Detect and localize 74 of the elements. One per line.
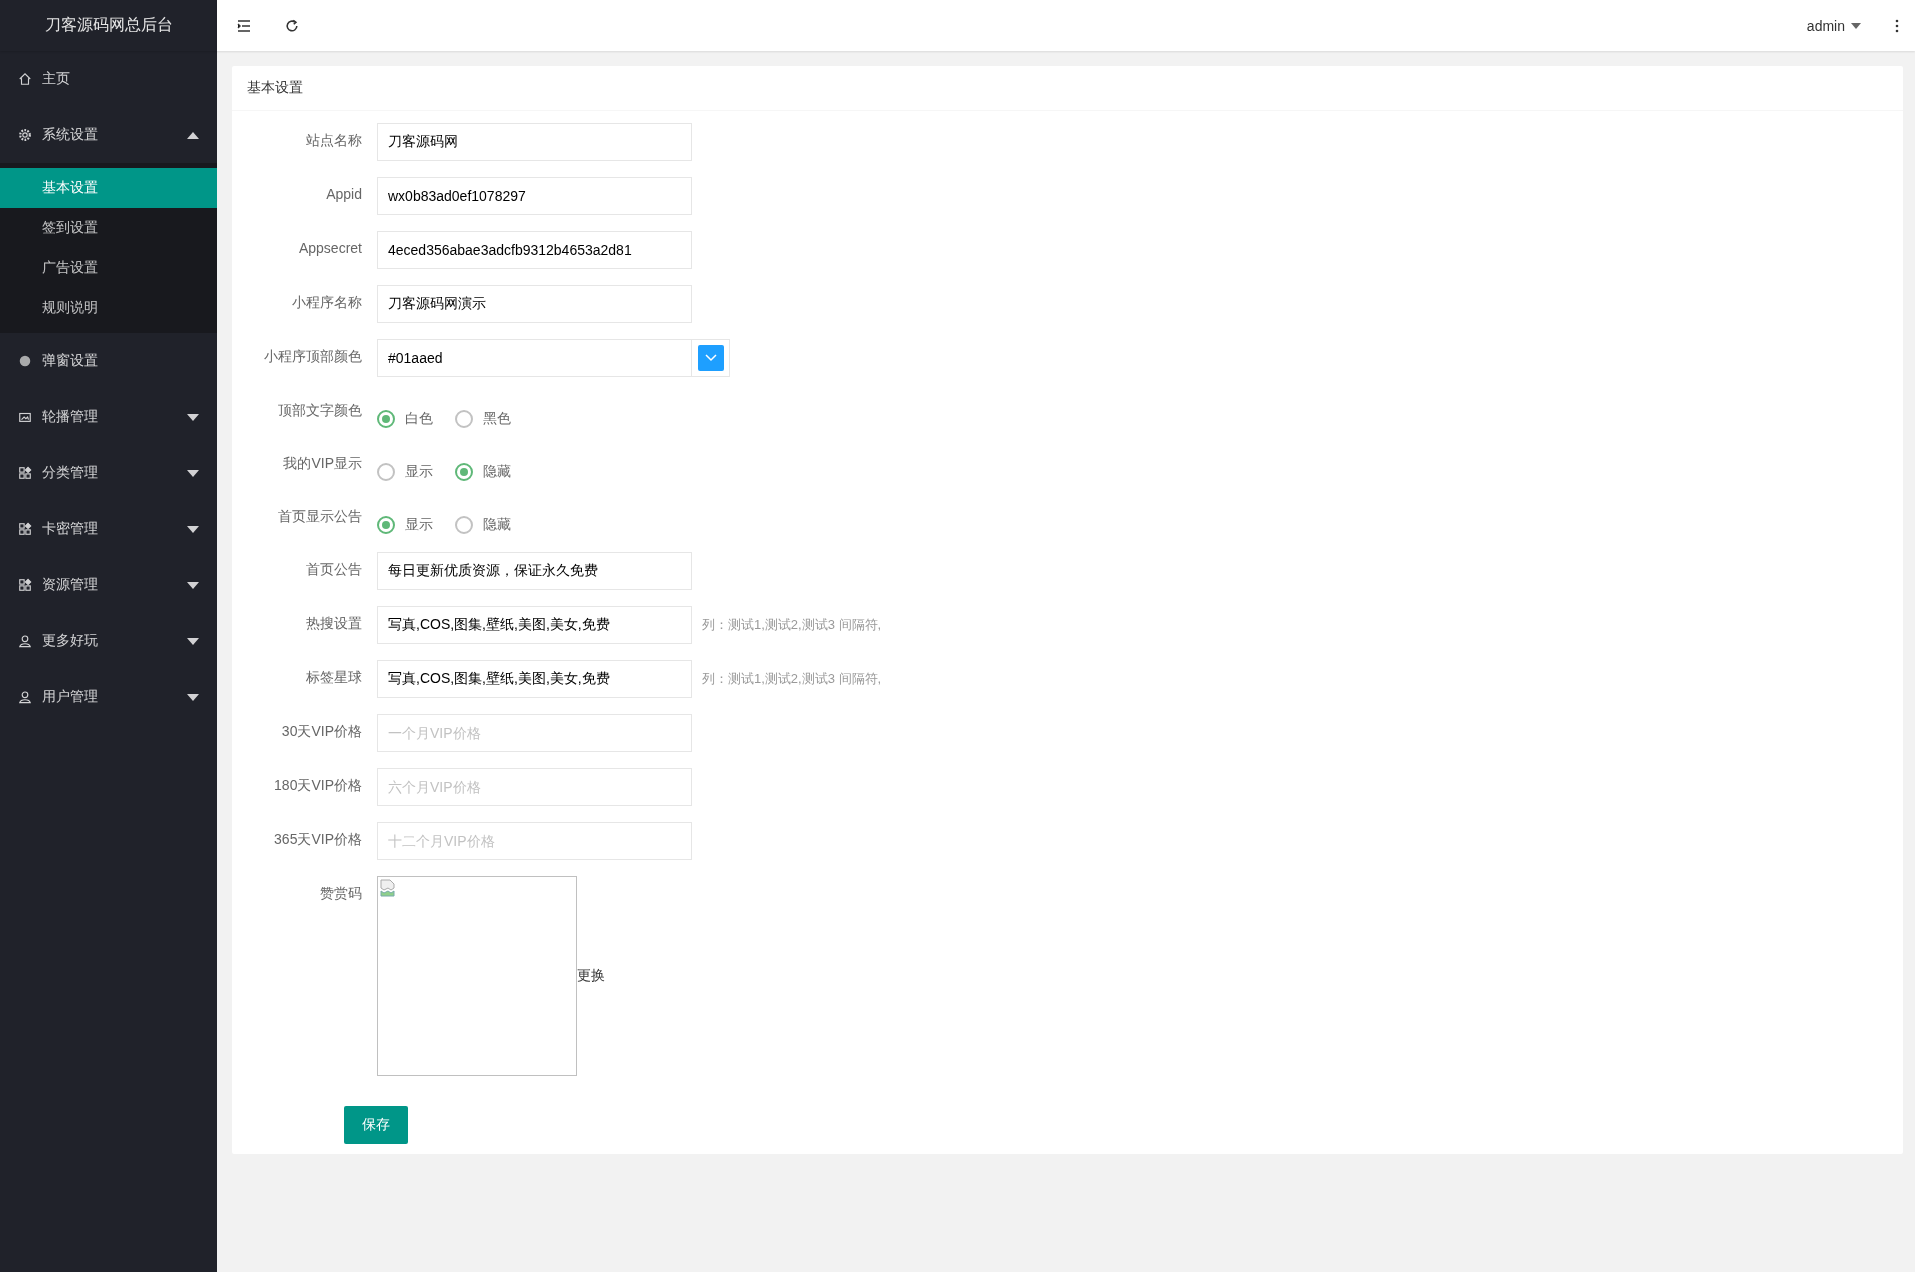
field-label: Appsecret [297, 239, 363, 256]
caret-icon [1851, 22, 1861, 29]
field-label: 180天VIP价格 [273, 776, 363, 795]
radio-option[interactable]: 隐藏 [455, 516, 511, 534]
field-label: 30天VIP价格 [280, 722, 363, 741]
field-label: 小程序顶部颜色 [263, 347, 363, 366]
radio-option[interactable]: 黑色 [455, 410, 511, 428]
field-hint: 列：测试1,测试2,测试3 间隔符, [701, 616, 882, 634]
caret-icon [187, 469, 199, 477]
sidebar-subitem[interactable]: 广告设置 [0, 248, 217, 288]
chevron-down-icon [704, 354, 717, 362]
menu-collapse-icon[interactable] [237, 19, 251, 32]
radio-option[interactable]: 显示 [377, 463, 433, 481]
sidebar-subitem[interactable]: 签到设置 [0, 208, 217, 248]
apps-icon [18, 466, 32, 480]
radio-option[interactable]: 显示 [377, 516, 433, 534]
input-field[interactable]: 一个月VIP价格 [377, 714, 692, 752]
field-label: 小程序名称 [291, 293, 363, 312]
input-field[interactable]: 刀客源码网演示 [377, 285, 692, 323]
user-menu[interactable]: admin [1806, 17, 1861, 34]
field-label: 热搜设置 [305, 614, 363, 633]
more-icon[interactable] [1895, 18, 1899, 33]
input-field[interactable]: 4eced356abae3adcfb9312b4653a2d81 [377, 231, 692, 269]
broken-image-icon [380, 879, 396, 897]
field-label: 首页公告 [305, 560, 363, 579]
sidebar-item[interactable]: 轮播管理 [0, 389, 217, 445]
field-label: 标签星球 [305, 668, 363, 687]
input-field[interactable]: 每日更新优质资源，保证永久免费 [377, 552, 692, 590]
circle-icon [18, 354, 32, 368]
sidebar-item[interactable]: 系统设置 [0, 107, 217, 163]
radio-option[interactable]: 白色 [377, 410, 433, 428]
field-label: 365天VIP价格 [273, 830, 363, 849]
caret-icon [187, 525, 199, 533]
field-label: 赞赏码 [319, 884, 363, 903]
sidebar-subitem[interactable]: 规则说明 [0, 288, 217, 328]
sidebar-item[interactable]: 用户管理 [0, 669, 217, 725]
field-label: Appid [325, 185, 363, 202]
field-label: 我的VIP显示 [282, 454, 363, 473]
input-field[interactable]: #01aaed [377, 339, 692, 377]
apps-icon [18, 578, 32, 592]
sidebar-item[interactable]: 资源管理 [0, 557, 217, 613]
field-hint: 列：测试1,测试2,测试3 间隔符, [701, 670, 882, 688]
image-icon [18, 410, 32, 424]
input-field[interactable]: 刀客源码网 [377, 123, 692, 161]
input-field[interactable]: 六个月VIP价格 [377, 768, 692, 806]
change-link[interactable]: 更换 [577, 967, 605, 985]
refresh-icon[interactable] [285, 18, 299, 33]
input-field[interactable]: 写真,COS,图集,壁纸,美图,美女,免费 [377, 606, 692, 644]
user-icon [18, 690, 32, 704]
sidebar-item[interactable]: 卡密管理 [0, 501, 217, 557]
gear-icon [18, 128, 32, 142]
field-label: 站点名称 [305, 131, 363, 150]
caret-icon [187, 131, 199, 139]
input-field[interactable]: wx0b83ad0ef1078297 [377, 177, 692, 215]
sidebar-item[interactable]: 弹窗设置 [0, 333, 217, 389]
user-icon [18, 634, 32, 648]
caret-icon [187, 693, 199, 701]
sidebar-subitem[interactable]: 基本设置 [0, 168, 217, 208]
field-label: 顶部文字颜色 [277, 401, 363, 420]
apps-icon [18, 522, 32, 536]
save-button[interactable]: 保存 [344, 1106, 408, 1144]
field-label: 首页显示公告 [277, 507, 363, 526]
input-field[interactable]: 写真,COS,图集,壁纸,美图,美女,免费 [377, 660, 692, 698]
home-icon [18, 72, 32, 86]
caret-icon [187, 637, 199, 645]
app-title: 刀客源码网总后台 [0, 0, 217, 51]
caret-icon [187, 413, 199, 421]
card-title: 基本设置 [232, 66, 1903, 111]
sidebar-item[interactable]: 主页 [0, 51, 217, 107]
radio-option[interactable]: 隐藏 [455, 463, 511, 481]
caret-icon [187, 581, 199, 589]
color-picker[interactable] [692, 339, 730, 377]
sidebar-item[interactable]: 分类管理 [0, 445, 217, 501]
sidebar-item[interactable]: 更多好玩 [0, 613, 217, 669]
